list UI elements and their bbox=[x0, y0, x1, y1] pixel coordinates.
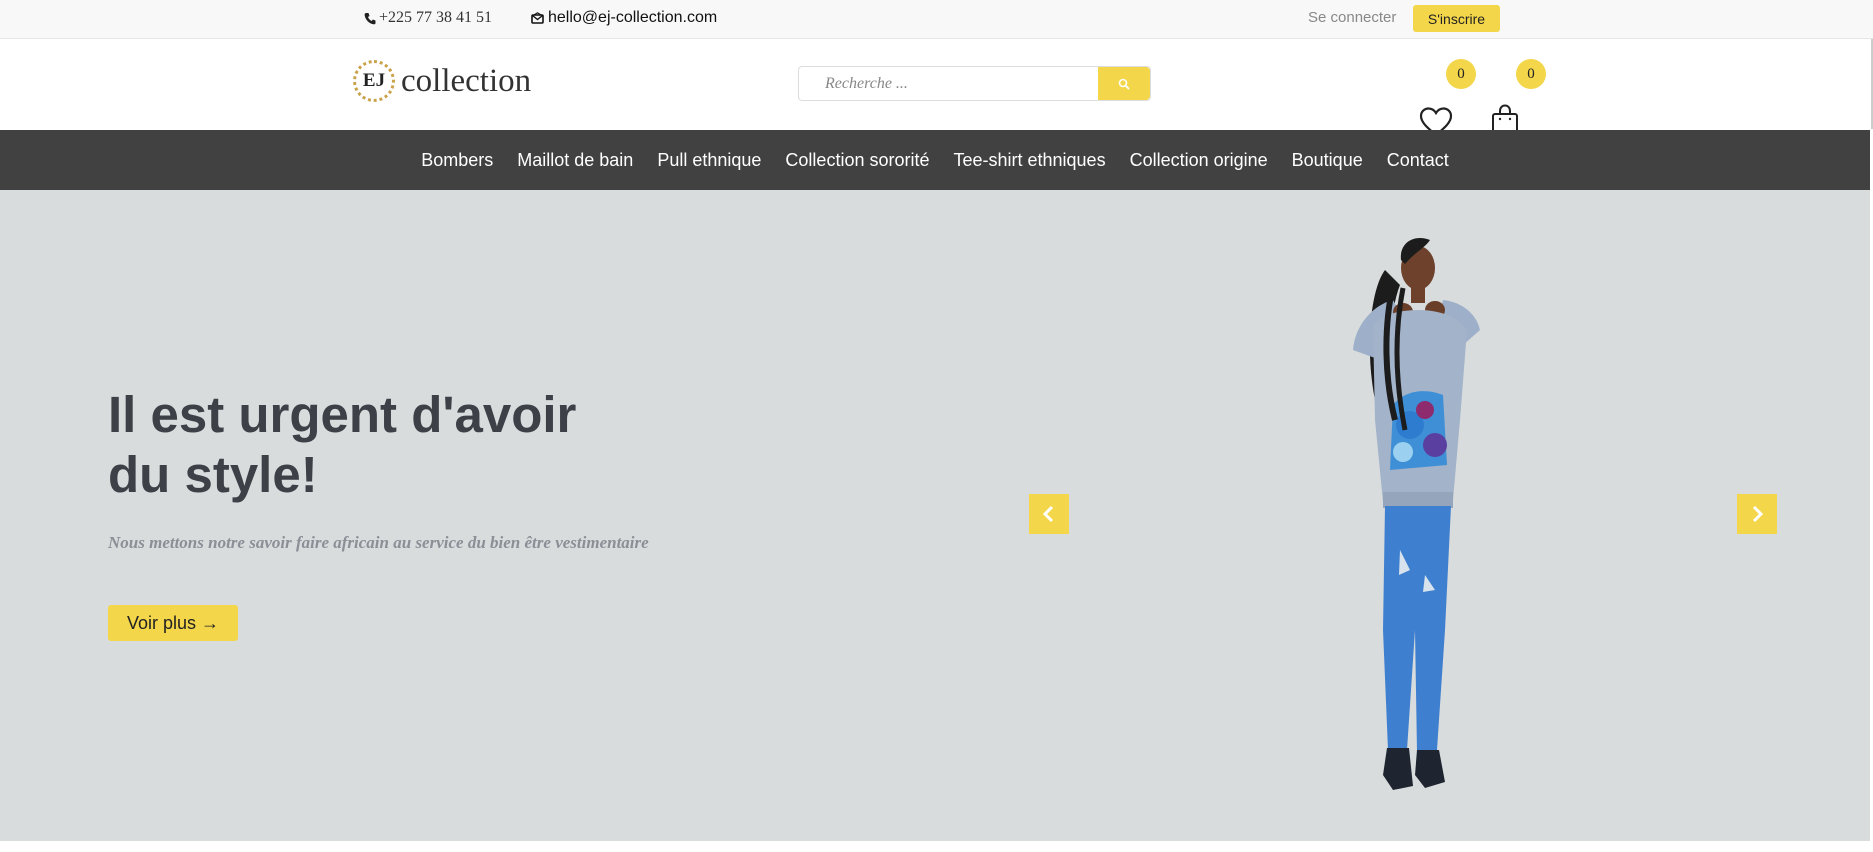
slider-next-button[interactable] bbox=[1737, 494, 1777, 534]
search-button[interactable] bbox=[1098, 67, 1150, 100]
nav-item-pull-ethnique[interactable]: Pull ethnique bbox=[645, 130, 773, 190]
search-icon bbox=[1118, 78, 1130, 90]
nav-item-tee-shirt-ethniques[interactable]: Tee-shirt ethniques bbox=[941, 130, 1117, 190]
phone-icon bbox=[364, 12, 376, 24]
logo-text: collection bbox=[401, 62, 532, 99]
top-bar: +225 77 38 41 51 hello@ej-collection.com… bbox=[0, 0, 1873, 39]
main-nav: Bombers Maillot de bain Pull ethnique Co… bbox=[0, 130, 1870, 190]
hero-slider: Il est urgent d'avoir du style! Nous met… bbox=[0, 190, 1870, 841]
hero-subtitle: Nous mettons notre savoir faire africain… bbox=[108, 533, 649, 552]
signup-button[interactable]: S'inscrire bbox=[1413, 5, 1500, 32]
nav-item-bombers[interactable]: Bombers bbox=[409, 130, 505, 190]
nav-item-contact[interactable]: Contact bbox=[1375, 130, 1461, 190]
cart-count-badge: 0 bbox=[1516, 59, 1546, 89]
site-logo[interactable]: EJ collection bbox=[353, 60, 531, 102]
hero-model-image bbox=[1353, 238, 1480, 790]
logo-badge: EJ bbox=[353, 60, 395, 102]
hero-title-line-1: Il est urgent d'avoir bbox=[108, 386, 577, 443]
nav-item-maillot-de-bain[interactable]: Maillot de bain bbox=[505, 130, 645, 190]
phone-number: +225 77 38 41 51 bbox=[379, 9, 493, 26]
slider-prev-button[interactable] bbox=[1029, 494, 1069, 534]
chevron-left-icon bbox=[1042, 505, 1054, 523]
email-contact[interactable]: hello@ej-collection.com bbox=[531, 9, 717, 27]
search-bar bbox=[798, 66, 1151, 101]
chevron-right-icon bbox=[1752, 505, 1764, 523]
hero-title-line-2: du style! bbox=[108, 446, 318, 503]
wishlist-count-badge: 0 bbox=[1446, 59, 1476, 89]
site-header: EJ collection 0 0 bbox=[0, 39, 1873, 137]
nav-item-collection-origine[interactable]: Collection origine bbox=[1118, 130, 1280, 190]
nav-item-collection-sororite[interactable]: Collection sororité bbox=[773, 130, 941, 190]
page-bottom-edge bbox=[0, 841, 1873, 852]
email-address: hello@ej-collection.com bbox=[548, 9, 718, 26]
hero-title: Il est urgent d'avoir du style! bbox=[108, 385, 668, 505]
envelope-icon bbox=[531, 12, 544, 24]
hero-cta-button[interactable]: Voir plus → bbox=[108, 605, 238, 641]
search-input[interactable] bbox=[799, 67, 1099, 100]
phone-contact[interactable]: +225 77 38 41 51 bbox=[364, 9, 492, 27]
nav-item-boutique[interactable]: Boutique bbox=[1280, 130, 1375, 190]
login-link[interactable]: Se connecter bbox=[1308, 9, 1396, 26]
